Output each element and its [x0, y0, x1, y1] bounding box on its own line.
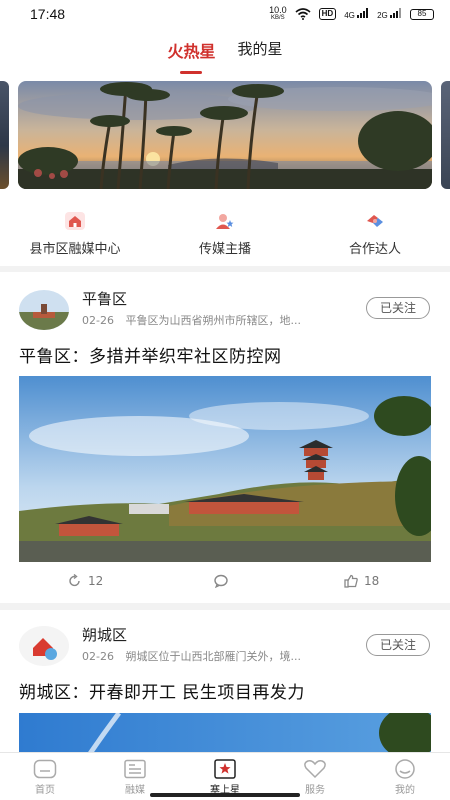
news-icon	[124, 759, 146, 779]
banner-next-slide[interactable]	[441, 81, 450, 189]
avatar-image	[19, 290, 69, 330]
tab-hot-stars[interactable]: 火热星	[167, 38, 216, 74]
header-area: 火热星 我的星	[0, 28, 450, 200]
battery-indicator: 85	[410, 8, 434, 20]
follow-button[interactable]: 已关注	[366, 634, 430, 656]
repost-icon	[69, 574, 80, 587]
avatar-image	[19, 626, 69, 666]
nav-label: 我的	[395, 785, 415, 796]
source-description: 02-26 朔城区位于山西北部雁门关外，境...	[82, 650, 301, 663]
handshake-icon	[367, 215, 383, 227]
hd-badge: HD	[318, 8, 337, 20]
star-flag-icon	[214, 759, 236, 779]
banner-prev-slide[interactable]	[0, 81, 9, 189]
wifi-icon	[295, 8, 311, 20]
house-icon	[65, 212, 85, 230]
article-image	[19, 713, 431, 755]
status-bar: 17:48 10.0 KB/S HD 4G 2G 85	[0, 0, 450, 28]
quick-links: 县市区融媒中心 传媒主播 合作达人	[0, 200, 450, 266]
signal-2g: 2G	[377, 8, 402, 20]
home-indicator[interactable]	[150, 793, 300, 797]
signal-4g: 4G	[344, 8, 369, 20]
source-name[interactable]: 平鲁区	[82, 288, 127, 309]
nav-label: 首页	[35, 785, 55, 796]
nav-profile[interactable]: 我的	[360, 753, 450, 800]
article-photo[interactable]	[19, 376, 431, 562]
quick-link-label: 县市区融媒中心	[29, 242, 121, 257]
banner-image	[18, 81, 432, 189]
signal-bars-icon	[390, 8, 401, 18]
article-image	[19, 376, 431, 562]
profile-icon	[395, 759, 415, 779]
banner-carousel[interactable]	[18, 81, 432, 189]
home-icon	[33, 759, 57, 779]
heart-icon	[304, 760, 326, 779]
tab-my-stars[interactable]: 我的星	[238, 38, 283, 70]
signal-bars-icon	[357, 8, 369, 18]
person-star-icon	[216, 214, 234, 229]
feed-card[interactable]: 朔城区 02-26 朔城区位于山西北部雁门关外，境... 已关注 朔城区：开春即…	[0, 610, 450, 755]
repost-count: 12	[88, 574, 104, 588]
source-name[interactable]: 朔城区	[82, 624, 127, 645]
quick-link-label: 传媒主播	[198, 242, 251, 257]
repost-button[interactable]: 12	[68, 574, 103, 588]
top-tabs: 火热星 我的星	[0, 38, 450, 74]
status-time: 17:48	[30, 6, 66, 22]
like-button[interactable]: 18	[344, 574, 379, 588]
network-speed: 10.0 KB/S	[269, 5, 287, 22]
nav-home[interactable]: 首页	[0, 753, 90, 800]
source-avatar[interactable]	[19, 290, 69, 330]
nav-label: 服务	[305, 785, 325, 796]
article-photo[interactable]	[19, 713, 431, 755]
like-count: 18	[364, 574, 380, 588]
quick-link-media-center[interactable]: 县市区融媒中心	[0, 200, 150, 266]
source-avatar[interactable]	[19, 626, 69, 666]
status-icons: 10.0 KB/S HD 4G 2G 85	[269, 6, 434, 22]
follow-button[interactable]: 已关注	[366, 297, 430, 319]
quick-link-anchors[interactable]: 传媒主播	[150, 200, 300, 266]
article-headline[interactable]: 平鲁区：多措并举织牢社区防控网	[19, 342, 282, 367]
nav-label: 融媒	[125, 785, 145, 796]
comment-icon	[214, 574, 228, 588]
feed-card[interactable]: 平鲁区 02-26 平鲁区为山西省朔州市所辖区，地... 已关注 平鲁区：多措并…	[0, 272, 450, 603]
comment-button[interactable]	[214, 574, 234, 588]
source-description: 02-26 平鲁区为山西省朔州市所辖区，地...	[82, 314, 301, 327]
quick-link-label: 合作达人	[348, 242, 401, 257]
thumbs-up-icon	[344, 574, 358, 588]
quick-link-partners[interactable]: 合作达人	[300, 200, 450, 266]
article-headline[interactable]: 朔城区：开春即开工 民生项目再发力	[19, 678, 305, 703]
